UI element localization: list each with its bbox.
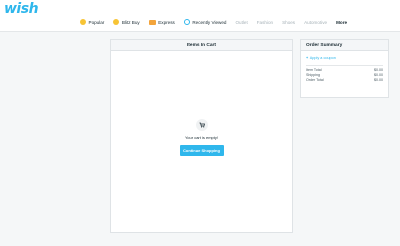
star-icon [80, 19, 86, 25]
wish-logo[interactable]: wish [4, 1, 39, 17]
nav-item-automotive[interactable]: Automotive [304, 20, 327, 25]
empty-cart-message: Your cart is empty! [185, 135, 218, 140]
nav-label: Fashion [256, 19, 274, 25]
row-label: Order Total [306, 78, 324, 82]
nav-label: Blitz Buy [121, 19, 140, 25]
nav-item-popular[interactable]: Popular [80, 19, 104, 25]
coupon-label: Apply a coupon [309, 56, 336, 60]
nav-label: More [336, 19, 348, 25]
nav-label: Outlet [235, 19, 248, 25]
nav-label: Automotive [304, 19, 328, 25]
items-in-cart-panel: Items In Cart Your cart is empty! Contin… [110, 39, 293, 233]
nav-item-shoes[interactable]: Shoes [282, 20, 295, 25]
express-truck-icon [148, 19, 156, 25]
blitz-buy-icon [113, 19, 120, 25]
cart-panel-title: Items In Cart [111, 40, 292, 51]
nav-item-recently-viewed[interactable]: Recently Viewed [183, 19, 227, 25]
nav-item-outlet[interactable]: Outlet [235, 20, 247, 25]
clock-icon [183, 19, 190, 25]
empty-cart-state: Your cart is empty! Continue Shopping [111, 119, 292, 156]
summary-row-order-total: Order Total $0.00 [306, 78, 383, 83]
nav-item-more[interactable]: More [336, 20, 347, 25]
nav-item-express[interactable]: Express [148, 19, 175, 25]
nav-label: Popular [88, 19, 105, 25]
cart-icon-circle [195, 119, 208, 131]
category-nav: Popular Blitz Buy Express Recently Viewe… [80, 15, 356, 29]
nav-item-fashion[interactable]: Fashion [257, 20, 273, 25]
nav-label: Recently Viewed [192, 19, 227, 25]
nav-label: Express [158, 19, 175, 25]
continue-shopping-button[interactable]: Continue Shopping [179, 145, 224, 156]
nav-item-blitz-buy[interactable]: Blitz Buy [113, 19, 140, 25]
nav-label: Shoes [282, 19, 296, 25]
top-header: wish Popular Blitz Buy Express Recently … [0, 0, 400, 32]
shopping-cart-icon [199, 122, 205, 128]
apply-coupon-link[interactable]: + Apply a coupon [301, 51, 388, 60]
order-summary-panel: Order Summary + Apply a coupon Item Tota… [300, 39, 389, 98]
order-summary-title: Order Summary [301, 40, 388, 51]
row-value: $0.00 [374, 78, 383, 82]
plus-icon: + [306, 56, 309, 60]
summary-rows: Item Total $0.00 Shipping $0.00 Order To… [301, 66, 388, 83]
